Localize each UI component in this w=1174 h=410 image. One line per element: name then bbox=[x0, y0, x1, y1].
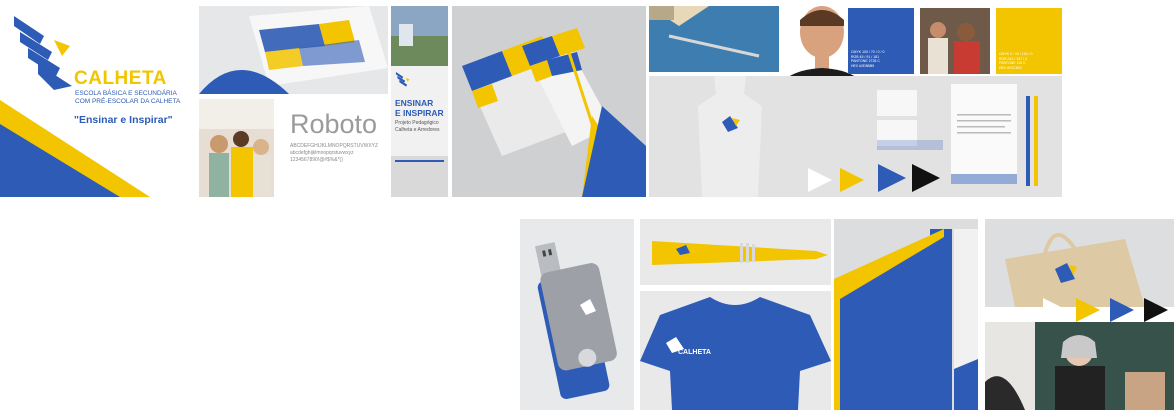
woman-photo bbox=[985, 322, 1174, 410]
typography-card: Roboto ABCDEFGHIJKLMNOPQRSTUVWXYZ abcdef… bbox=[276, 99, 388, 197]
friends-photo bbox=[920, 8, 990, 74]
bird-logo-icon bbox=[14, 16, 72, 90]
play-triangle-icon bbox=[912, 164, 940, 192]
banner-line-1: ENSINAR bbox=[395, 98, 434, 108]
play-triangle-icon bbox=[1110, 298, 1134, 322]
friends-illustration bbox=[920, 8, 990, 74]
yellow-swatch: CMYK 0 / 15 / 100 / 0 RGB 242 / 197 / 0 … bbox=[996, 8, 1062, 74]
kids-photo-illustration bbox=[199, 99, 274, 197]
font-sample-2: abcdefghijklmnopqrstuvwxyz bbox=[290, 150, 354, 156]
font-name: Roboto bbox=[290, 109, 378, 139]
bird-logo-icon bbox=[395, 72, 410, 87]
banner-bottom bbox=[391, 156, 448, 197]
usb-illustration bbox=[534, 242, 617, 399]
banner-line-4: Calheta e Arredores bbox=[395, 127, 440, 133]
flags-illustration bbox=[834, 219, 978, 410]
play-triangle-icon bbox=[878, 164, 906, 192]
tshirt-mockup: CALHETA bbox=[640, 291, 831, 410]
brand-subtitle-1: ESCOLA BÁSICA E SECUNDÁRIA bbox=[75, 90, 177, 97]
blue-swatch-label: CMYK 100 / 70 / 0 / 0 RGB 45 / 91 / 181 … bbox=[851, 50, 885, 68]
rollup-banner-tile: ENSINAR E INSPIRAR Projeto Pedagógico Ca… bbox=[391, 6, 448, 197]
letterhead bbox=[951, 84, 1017, 184]
tshirt-illustration bbox=[640, 297, 831, 410]
banner-line-2: E INSPIRAR bbox=[395, 108, 444, 118]
blue-swatch: CMYK 100 / 70 / 0 / 0 RGB 45 / 91 / 181 … bbox=[848, 8, 914, 74]
pens bbox=[1026, 96, 1038, 186]
apron bbox=[698, 76, 762, 197]
folder-shape bbox=[199, 6, 388, 94]
play-triangle-icon bbox=[1076, 298, 1100, 322]
play-triangle-icon bbox=[808, 168, 832, 192]
banner-line-3: Projeto Pedagógico bbox=[395, 120, 439, 126]
folder-mockup-tile bbox=[199, 6, 388, 94]
tshirt-brand: CALHETA bbox=[678, 349, 711, 356]
pen-illustration bbox=[652, 241, 828, 265]
notebooks-illustration bbox=[452, 6, 646, 197]
banner-photo bbox=[391, 6, 448, 66]
kids-photo bbox=[199, 99, 274, 197]
woman-illustration bbox=[985, 322, 1174, 410]
tote-bag-mockup bbox=[985, 219, 1174, 307]
flags-mockup bbox=[834, 219, 978, 410]
corner-triangles bbox=[0, 100, 150, 197]
yellow-swatch-label: CMYK 0 / 15 / 100 / 0 RGB 242 / 197 / 0 … bbox=[999, 52, 1033, 70]
play-triangle-icon bbox=[1144, 298, 1168, 322]
play-triangle-icon bbox=[1043, 298, 1067, 322]
business-cards bbox=[877, 90, 943, 150]
brand-name: CALHETA bbox=[74, 68, 167, 89]
font-sample-1: ABCDEFGHIJKLMNOPQRSTUVWXYZ bbox=[290, 143, 379, 149]
font-sample-3: 1234567890!@#$%&*() bbox=[290, 157, 343, 163]
notebooks-mockup bbox=[452, 6, 646, 197]
play-triangle-icon bbox=[840, 168, 864, 192]
usb-mockup bbox=[520, 219, 634, 410]
pen-mockup bbox=[640, 219, 831, 285]
tote-illustration bbox=[1005, 233, 1145, 307]
logo-card: CALHETA ESCOLA BÁSICA E SECUNDÁRIA COM P… bbox=[0, 0, 197, 197]
